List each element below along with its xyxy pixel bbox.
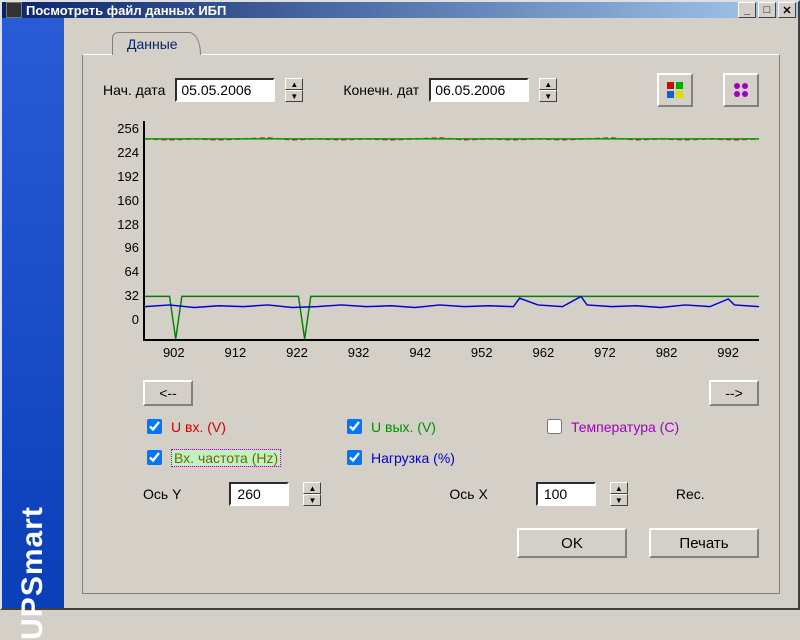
dots-icon [732,81,750,99]
print-button[interactable]: Печать [649,528,759,558]
titlebar[interactable]: Посмотреть файл данных ИБП _ □ ✕ [2,2,798,18]
app-icon [6,2,22,18]
chart: 2562241921601289664320 [103,121,759,341]
window-title: Посмотреть файл данных ИБП [26,3,226,18]
chevron-up-icon[interactable]: ▲ [539,78,557,90]
series-toggles: U вх. (V) U вых. (V) Температура (C) Вх.… [143,416,759,468]
check-uin-box[interactable] [147,419,162,434]
content: Данные Нач. дата ▲ ▼ Конечн. дат ▲ ▼ [64,18,798,608]
axis-y-input[interactable] [229,482,289,506]
check-temp[interactable]: Температура (C) [543,416,743,437]
prev-button[interactable]: <-- [143,380,193,406]
check-temp-box[interactable] [547,419,562,434]
axis-x-input[interactable] [536,482,596,506]
end-date-input[interactable] [429,78,529,102]
close-button[interactable]: ✕ [778,2,796,18]
check-freq-label: Вх. частота (Hz) [171,449,281,467]
check-load-label: Нагрузка (%) [371,450,455,466]
check-uin[interactable]: U вх. (V) [143,416,343,437]
minimize-button[interactable]: _ [738,2,756,18]
check-load-box[interactable] [347,450,362,465]
chevron-down-icon[interactable]: ▼ [610,494,628,506]
plot-area[interactable] [143,121,759,341]
axis-x-label: Ось X [449,486,487,502]
chevron-down-icon[interactable]: ▼ [539,90,557,102]
check-temp-label: Температура (C) [571,419,679,435]
start-date-label: Нач. дата [103,82,165,98]
maximize-button[interactable]: □ [758,2,776,18]
axis-x-spinner[interactable]: ▲ ▼ [610,482,628,506]
palette-icon [666,81,684,99]
axis-y-spinner[interactable]: ▲ ▼ [303,482,321,506]
check-freq[interactable]: Вх. частота (Hz) [143,447,343,468]
chevron-up-icon[interactable]: ▲ [610,482,628,494]
ok-button[interactable]: OK [517,528,627,558]
brand-label: UPSmart [16,506,50,640]
chevron-up-icon[interactable]: ▲ [303,482,321,494]
end-date-spinner[interactable]: ▲ ▼ [539,78,557,102]
chevron-up-icon[interactable]: ▲ [285,78,303,90]
dots-button[interactable] [723,73,759,107]
tab-panel: Нач. дата ▲ ▼ Конечн. дат ▲ ▼ [82,54,780,594]
start-date-input[interactable] [175,78,275,102]
check-uin-label: U вх. (V) [171,419,226,435]
y-axis: 2562241921601289664320 [103,121,143,341]
chevron-down-icon[interactable]: ▼ [285,90,303,102]
check-uout-box[interactable] [347,419,362,434]
x-axis: 902912922932942952962972982992 [143,341,759,360]
client-area: UPSmart Данные Нач. дата ▲ ▼ Конечн. дат [2,18,798,608]
app-window: Посмотреть файл данных ИБП _ □ ✕ UPSmart… [0,0,800,610]
check-load[interactable]: Нагрузка (%) [343,447,543,468]
end-date-label: Конечн. дат [343,82,419,98]
tab-data[interactable]: Данные [112,32,201,55]
next-button[interactable]: --> [709,380,759,406]
rec-label: Rec. [676,486,705,502]
palette-button[interactable] [657,73,693,107]
check-uout-label: U вых. (V) [371,419,436,435]
axis-y-label: Ось Y [143,486,181,502]
start-date-spinner[interactable]: ▲ ▼ [285,78,303,102]
check-uout[interactable]: U вых. (V) [343,416,543,437]
sidebar: UPSmart [2,18,64,608]
check-freq-box[interactable] [147,450,162,465]
chevron-down-icon[interactable]: ▼ [303,494,321,506]
